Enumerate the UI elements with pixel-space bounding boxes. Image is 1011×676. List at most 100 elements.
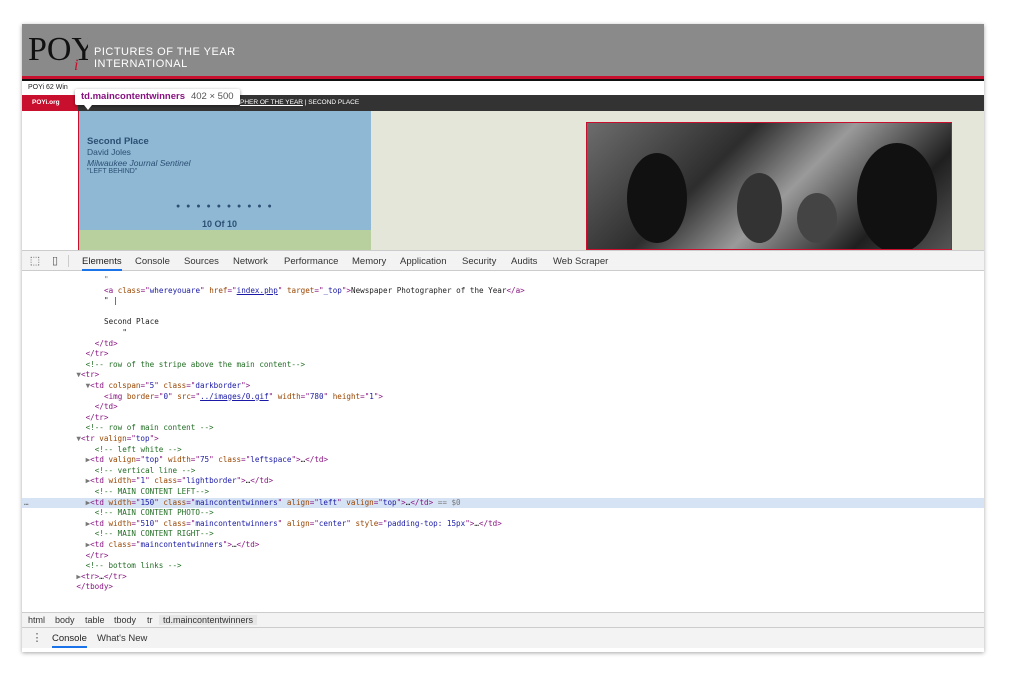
code-token: lightborder	[186, 476, 237, 486]
dom-node-line[interactable]: </td>	[22, 339, 984, 350]
code-token: </tr>	[85, 412, 109, 422]
dom-node-line[interactable]: <!-- MAIN CONTENT RIGHT-->	[22, 529, 984, 540]
left-space	[22, 111, 78, 250]
code-token: "	[337, 497, 347, 507]
dom-crumb-html[interactable]: html	[28, 615, 45, 625]
winner-place: Second Place	[87, 136, 149, 147]
code-token: ">	[291, 455, 301, 465]
elements-tree[interactable]: " <a class="whereyouare" href="index.php"…	[22, 271, 984, 612]
dom-crumb-selected[interactable]: td.maincontentwinners	[159, 615, 258, 625]
code-token: ="	[177, 476, 187, 486]
code-token: </td>	[250, 476, 274, 486]
dom-node-line[interactable]: ▼<tr>	[22, 370, 984, 381]
code-token: ="	[186, 518, 196, 528]
device-toolbar-icon[interactable]: ▯	[48, 254, 62, 268]
code-token: <td	[90, 381, 109, 390]
dom-node-line[interactable]: ▶<td width="510" class="maincontentwinne…	[22, 519, 984, 530]
code-token: <tr	[80, 434, 100, 443]
tab-web-scraper[interactable]: Web Scraper	[553, 251, 608, 271]
dom-node-line[interactable]: </tbody>	[22, 582, 984, 593]
code-token: maincontentwinners	[195, 497, 278, 507]
tooltip-arrow	[84, 105, 92, 110]
dom-node-line[interactable]: <!-- vertical line -->	[22, 466, 984, 477]
tab-application[interactable]: Application	[400, 251, 446, 271]
code-token: ="	[135, 455, 146, 465]
dom-crumb-table[interactable]: table	[85, 615, 105, 625]
code-token: maincontentwinners	[195, 518, 278, 528]
drawer-tab-console[interactable]: Console	[52, 628, 87, 648]
tab-sources[interactable]: Sources	[184, 251, 219, 271]
code-token: ="	[190, 391, 201, 401]
dom-node-line[interactable]: ▶<td valign="top" width="75" class="left…	[22, 455, 984, 466]
code-token: ">	[465, 518, 475, 528]
code-token: "	[122, 328, 127, 337]
code-token: ">	[373, 391, 384, 401]
poyi-org-link[interactable]: POYi.org	[22, 95, 78, 111]
dom-node-line[interactable]: ▼<td colspan="5" class="darkborder">	[22, 381, 984, 392]
kebab-menu-icon[interactable]: ⋮	[30, 631, 44, 645]
code-token: class	[218, 455, 242, 465]
tab-elements[interactable]: Elements	[82, 251, 122, 271]
dom-node-line[interactable]: " |	[22, 296, 984, 307]
dom-node-line[interactable]: <!-- MAIN CONTENT PHOTO-->	[22, 508, 984, 519]
tab-memory[interactable]: Memory	[352, 251, 386, 271]
dom-node-line[interactable]: <!-- MAIN CONTENT LEFT-->	[22, 487, 984, 498]
dom-node-line[interactable]: Second Place	[22, 317, 984, 328]
dom-node-line[interactable]: "	[22, 328, 984, 339]
devtools-tab-bar: ⬚ ▯ Elements Console Sources Network Per…	[22, 250, 984, 271]
tab-network[interactable]: Network	[233, 251, 268, 271]
dom-node-line[interactable]: <!-- bottom links -->	[22, 561, 984, 572]
dom-node-line[interactable]: </tr>	[22, 413, 984, 424]
dom-node-line[interactable]: ▶<td class="maincontentwinners">…</td>	[22, 540, 984, 551]
tab-audits[interactable]: Audits	[511, 251, 537, 271]
dom-node-line[interactable]: </tr>	[22, 349, 984, 360]
code-token: ">	[241, 381, 251, 390]
dom-crumb-tr[interactable]: tr	[147, 615, 153, 625]
dom-node-line[interactable]	[22, 307, 984, 318]
crumb-link[interactable]: PHER OF THE YEAR	[240, 99, 303, 106]
code-token: darkborder	[195, 381, 242, 390]
winner-photo[interactable]	[586, 122, 952, 250]
dom-crumb-body[interactable]: body	[55, 615, 75, 625]
dom-node-line[interactable]: <a class="whereyouare" href="index.php" …	[22, 286, 984, 297]
code-token: class	[154, 476, 178, 486]
code-token: </tr>	[85, 550, 109, 560]
dom-node-line[interactable]: ▶<td width="1" class="lightborder">…</td…	[22, 476, 984, 487]
dom-node-line[interactable]: <!-- left white -->	[22, 445, 984, 456]
code-token: class	[108, 540, 132, 549]
code-token: index.php	[236, 285, 278, 295]
code-token: align	[286, 497, 310, 507]
dom-node-line[interactable]: <!-- row of the stripe above the main co…	[22, 360, 984, 371]
inspect-icon[interactable]: ⬚	[28, 254, 42, 268]
code-token: "	[168, 391, 178, 401]
code-token: "	[145, 476, 155, 486]
node-actions-ellipsis[interactable]: …	[24, 498, 29, 509]
drawer-tab-whats-new[interactable]: What's New	[97, 628, 147, 648]
code-token: 150	[140, 497, 155, 507]
code-token: <td	[90, 476, 109, 486]
code-token: "	[154, 381, 164, 390]
code-token: </td>	[236, 540, 260, 549]
code-token: width	[167, 455, 191, 465]
code-token: "	[158, 455, 168, 465]
dom-node-line[interactable]: <!-- row of main content -->	[22, 423, 984, 434]
poy-logo[interactable]: POY i	[28, 30, 88, 70]
tab-performance[interactable]: Performance	[284, 251, 338, 271]
dom-node-line[interactable]: </tr>	[22, 551, 984, 562]
dom-node-line[interactable]: ▼<tr valign="top">	[22, 434, 984, 445]
dom-node-line[interactable]: <img border="0" src="../images/0.gif" wi…	[22, 392, 984, 403]
code-token: ">	[396, 497, 406, 507]
code-token: ">	[222, 540, 232, 549]
dom-crumb-tbody[interactable]: tbody	[114, 615, 136, 625]
dom-node-line[interactable]: </td>	[22, 402, 984, 413]
tab-security[interactable]: Security	[462, 251, 496, 271]
dom-node-line-selected[interactable]: ▶<td width="150" class="maincontentwinne…	[22, 497, 984, 509]
photo-dots-nav[interactable]: ● ● ● ● ● ● ● ● ● ●	[176, 203, 274, 210]
code-token: <td	[90, 518, 109, 528]
tab-console[interactable]: Console	[135, 251, 170, 271]
code-token: ">	[341, 285, 351, 295]
code-token: ="	[309, 518, 319, 528]
dom-node-line[interactable]: ▶<tr>…</tr>	[22, 572, 984, 583]
dom-node-line[interactable]: "	[22, 275, 984, 286]
code-token: ="	[186, 497, 196, 507]
